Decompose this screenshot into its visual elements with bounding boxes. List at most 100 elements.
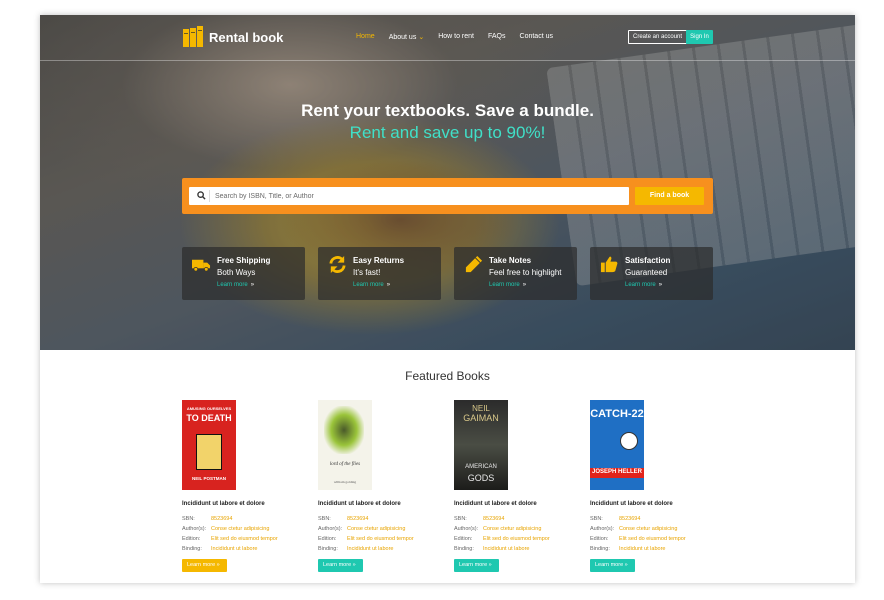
cover-text: TO DEATH bbox=[186, 413, 232, 423]
authors-label: Author(s): bbox=[182, 526, 207, 532]
isbn-value: 8523694 bbox=[211, 516, 233, 522]
edition-value: Elit sed do eiusmod tempor bbox=[619, 536, 686, 542]
chevron-right-icon: » bbox=[352, 562, 356, 568]
nav-item-how-to-rent[interactable]: How to rent bbox=[438, 33, 474, 41]
cover-text: NEIL POSTMAN bbox=[192, 476, 226, 481]
isbn-label: SBN: bbox=[454, 516, 467, 522]
chevron-right-icon: » bbox=[658, 282, 663, 288]
link-label: Learn more bbox=[217, 282, 248, 288]
binding-value: Incididunt ut labore bbox=[347, 546, 394, 552]
feature-free-shipping: Free Shipping Both Ways Learn more» bbox=[182, 247, 305, 300]
feature-subtitle: It's fast! bbox=[353, 268, 381, 277]
chevron-right-icon: » bbox=[216, 562, 220, 568]
feature-subtitle: Feel free to highlight bbox=[489, 268, 562, 277]
feature-subtitle: Guaranteed bbox=[625, 268, 668, 277]
feature-satisfaction: Satisfaction Guaranteed Learn more» bbox=[590, 247, 713, 300]
book-title[interactable]: Incididunt ut labore et dolore bbox=[590, 501, 673, 507]
feature-learn-more-link[interactable]: Learn more» bbox=[489, 282, 526, 288]
chevron-right-icon: » bbox=[250, 282, 255, 288]
brand-name: Rental book bbox=[209, 29, 284, 45]
featured-books-heading: Featured Books bbox=[405, 369, 490, 383]
cover-badge bbox=[620, 432, 638, 450]
binding-label: Binding: bbox=[590, 546, 610, 552]
book-card: lord of the flies william golding Incidi… bbox=[318, 400, 448, 580]
cover-text: GAIMAN bbox=[463, 413, 499, 423]
search-input[interactable] bbox=[215, 187, 615, 205]
feature-subtitle: Both Ways bbox=[217, 268, 256, 277]
cover-text: william golding bbox=[333, 480, 357, 484]
nav-item-home[interactable]: Home bbox=[356, 33, 375, 41]
book-title[interactable]: Incididunt ut labore et dolore bbox=[318, 501, 401, 507]
feature-learn-more-link[interactable]: Learn more» bbox=[625, 282, 662, 288]
chevron-right-icon: » bbox=[488, 562, 492, 568]
learn-more-button[interactable]: Learn more » bbox=[318, 559, 363, 572]
chevron-right-icon: » bbox=[386, 282, 391, 288]
sign-in-button[interactable]: Sign In bbox=[686, 30, 713, 44]
edition-value: Elit sed do eiusmod tempor bbox=[211, 536, 278, 542]
button-label: Learn more bbox=[187, 562, 216, 568]
isbn-label: SBN: bbox=[318, 516, 331, 522]
learn-more-button[interactable]: Learn more » bbox=[590, 559, 635, 572]
cover-text: lord of the flies bbox=[329, 462, 361, 467]
books-logo-icon bbox=[183, 26, 203, 47]
book-card: NEIL GAIMAN AMERICAN GODS Incididunt ut … bbox=[454, 400, 584, 580]
link-label: Learn more bbox=[489, 282, 520, 288]
refresh-icon bbox=[329, 255, 346, 274]
learn-more-button[interactable]: Learn more » bbox=[454, 559, 499, 572]
book-card: CATCH-22 JOSEPH HELLER Incididunt ut lab… bbox=[590, 400, 720, 580]
feature-learn-more-link[interactable]: Learn more» bbox=[353, 282, 390, 288]
cover-text: JOSEPH HELLER bbox=[591, 469, 642, 475]
book-cover[interactable]: AMUSING OURSELVES TO DEATH NEIL POSTMAN bbox=[182, 400, 236, 490]
book-title[interactable]: Incididunt ut labore et dolore bbox=[454, 501, 537, 507]
book-title[interactable]: Incididunt ut labore et dolore bbox=[182, 501, 265, 507]
pencil-icon bbox=[465, 255, 483, 273]
feature-easy-returns: Easy Returns It's fast! Learn more» bbox=[318, 247, 441, 300]
feature-learn-more-link[interactable]: Learn more» bbox=[217, 282, 254, 288]
binding-value: Incididunt ut labore bbox=[483, 546, 530, 552]
book-cover[interactable]: NEIL GAIMAN AMERICAN GODS bbox=[454, 400, 508, 490]
features-row: Free Shipping Both Ways Learn more» Easy… bbox=[182, 247, 713, 300]
cover-text: AMERICAN bbox=[465, 464, 497, 470]
authors-value: Conse ctetur adipisicing bbox=[483, 526, 542, 532]
cover-text: CATCH-22 bbox=[590, 408, 644, 420]
find-book-button[interactable]: Find a book bbox=[635, 187, 704, 205]
nav-item-about-label: About us bbox=[388, 34, 417, 41]
link-label: Learn more bbox=[353, 282, 384, 288]
feature-take-notes: Take Notes Feel free to highlight Learn … bbox=[454, 247, 577, 300]
button-label: Learn more bbox=[595, 562, 624, 568]
edition-label: Edition: bbox=[318, 536, 337, 542]
thumbs-up-icon bbox=[600, 256, 618, 273]
search-divider bbox=[209, 190, 210, 202]
nav-item-faqs[interactable]: FAQs bbox=[488, 33, 506, 41]
edition-value: Elit sed do eiusmod tempor bbox=[347, 536, 414, 542]
cover-illustration bbox=[324, 406, 364, 454]
book-card: AMUSING OURSELVES TO DEATH NEIL POSTMAN … bbox=[182, 400, 312, 580]
create-account-button[interactable]: Create an account bbox=[628, 30, 688, 44]
logo[interactable]: Rental book bbox=[182, 25, 283, 49]
authors-label: Author(s): bbox=[318, 526, 343, 532]
chevron-right-icon: » bbox=[522, 282, 527, 288]
hero-headline: Rent your textbooks. Save a bundle. bbox=[301, 101, 594, 120]
chevron-down-icon: ⌄ bbox=[418, 34, 425, 41]
authors-value: Conse ctetur adipisicing bbox=[211, 526, 270, 532]
isbn-label: SBN: bbox=[182, 516, 195, 522]
authors-value: Conse ctetur adipisicing bbox=[347, 526, 406, 532]
binding-value: Incididunt ut labore bbox=[211, 546, 258, 552]
binding-label: Binding: bbox=[318, 546, 338, 552]
book-cover[interactable]: lord of the flies william golding bbox=[318, 400, 372, 490]
binding-value: Incididunt ut labore bbox=[619, 546, 666, 552]
book-cover[interactable]: CATCH-22 JOSEPH HELLER bbox=[590, 400, 644, 490]
authors-label: Author(s): bbox=[454, 526, 479, 532]
feature-title: Free Shipping bbox=[217, 256, 271, 265]
nav-item-contact-us[interactable]: Contact us bbox=[520, 33, 553, 41]
feature-title: Easy Returns bbox=[353, 256, 405, 265]
authors-value: Conse ctetur adipisicing bbox=[619, 526, 678, 532]
feature-title: Take Notes bbox=[489, 256, 532, 265]
learn-more-button[interactable]: Learn more » bbox=[182, 559, 227, 572]
binding-label: Binding: bbox=[182, 546, 202, 552]
nav-item-about-us[interactable]: About us ⌄ bbox=[389, 33, 425, 41]
button-label: Learn more bbox=[323, 562, 352, 568]
edition-label: Edition: bbox=[454, 536, 473, 542]
cover-text: NEIL bbox=[472, 404, 490, 413]
edition-label: Edition: bbox=[590, 536, 609, 542]
